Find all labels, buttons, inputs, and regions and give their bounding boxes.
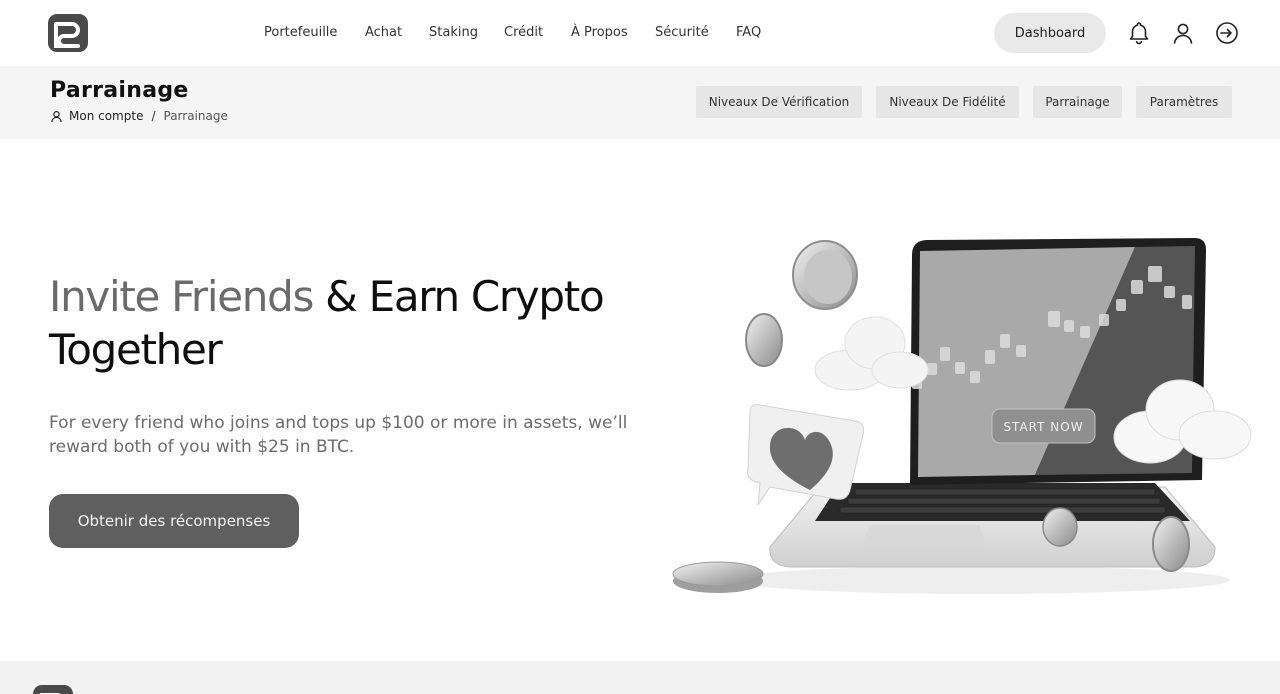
brand-logo[interactable] (46, 12, 90, 54)
bell-icon[interactable] (1126, 20, 1152, 46)
footer-logo[interactable] (31, 683, 75, 694)
nav-faq[interactable]: FAQ (736, 25, 761, 40)
nav-a-propos[interactable]: À Propos (571, 25, 628, 40)
start-now-label: START NOW (1003, 420, 1083, 434)
hero-title: Invite Friends & Earn Crypto Together (49, 270, 649, 376)
user-icon[interactable] (1170, 20, 1196, 46)
footer (0, 661, 1280, 694)
top-navigation: Portefeuille Achat Staking Crédit À Prop… (0, 0, 1280, 66)
tab-verification-levels[interactable]: Niveaux De Vérification (696, 86, 862, 118)
nav-credit[interactable]: Crédit (504, 25, 543, 40)
breadcrumb-current: Parrainage (163, 109, 228, 123)
laptop-crypto-illustration: START NOW (672, 238, 1252, 594)
nav-staking[interactable]: Staking (429, 25, 478, 40)
nav-portefeuille[interactable]: Portefeuille (264, 25, 337, 40)
nav-achat[interactable]: Achat (365, 25, 402, 40)
page-header: Parrainage Mon compte / Parrainage Nivea… (0, 66, 1280, 139)
hero-description: For every friend who joins and tops up $… (49, 413, 628, 457)
tab-referral[interactable]: Parrainage (1033, 86, 1122, 118)
breadcrumb-separator: / (151, 109, 156, 123)
account-icon (51, 110, 62, 122)
nav-securite[interactable]: Sécurité (655, 25, 709, 40)
breadcrumb-root[interactable]: Mon compte (69, 109, 143, 123)
hero-title-highlight: Invite Friends (49, 272, 314, 321)
tab-settings[interactable]: Paramètres (1136, 86, 1232, 118)
logout-icon[interactable] (1214, 20, 1240, 46)
tab-loyalty-levels[interactable]: Niveaux De Fidélité (876, 86, 1019, 118)
get-rewards-button[interactable]: Obtenir des récompenses (49, 494, 299, 548)
page-title: Parrainage (50, 78, 189, 103)
breadcrumb: Mon compte / Parrainage (50, 109, 228, 123)
dashboard-button[interactable]: Dashboard (994, 13, 1106, 53)
